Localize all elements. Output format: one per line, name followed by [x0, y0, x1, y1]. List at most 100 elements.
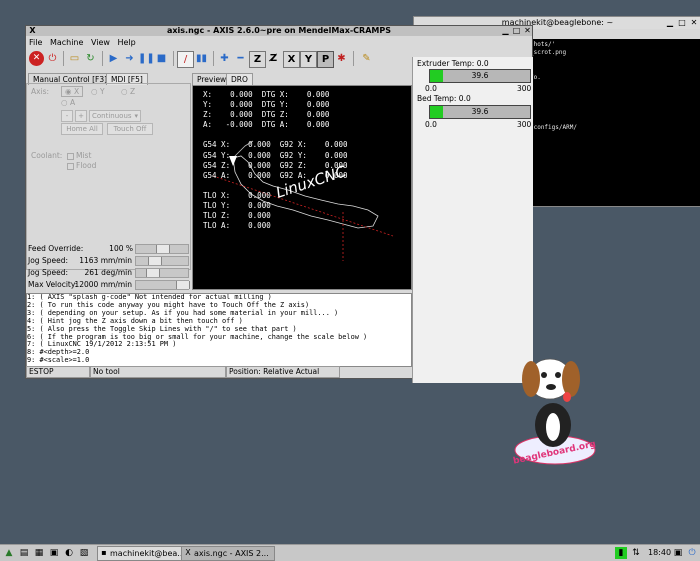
chevron-down-icon: ▾ — [134, 112, 138, 120]
zoom-out-icon[interactable]: ━ — [233, 51, 248, 66]
view-z-icon[interactable]: Z — [249, 51, 266, 68]
feed-override-slider[interactable] — [135, 244, 189, 254]
terminal-task-icon: ▪ — [101, 548, 107, 557]
terminal-launch-icon[interactable]: ▣ — [48, 547, 60, 559]
slider-thumb[interactable] — [146, 269, 160, 277]
menu-machine[interactable]: Machine — [50, 38, 84, 47]
clock: 18:40 — [648, 548, 672, 557]
gcode-listing[interactable]: 1: ( AXIS "splash g-code" Not intended f… — [26, 293, 412, 367]
feed-override-value: 100 % — [109, 244, 133, 253]
flood-checkbox[interactable]: Flood — [67, 161, 96, 170]
logout-icon[interactable]: ⏻ — [686, 547, 698, 559]
zoom-in-icon[interactable]: ✚ — [217, 51, 232, 66]
dro-line — [203, 130, 348, 140]
stop-icon[interactable]: ■ — [154, 51, 169, 66]
optional-stop-icon[interactable]: ▮▮ — [194, 51, 209, 66]
file-manager-icon[interactable]: ▤ — [18, 547, 30, 559]
mascot-ear-right — [562, 361, 580, 397]
slider-thumb[interactable] — [148, 257, 162, 265]
dro-line: TLO A: 0.000 — [203, 221, 271, 231]
dro-line: Z: 0.000 DTG Z: 0.000 — [203, 110, 330, 120]
view-p-icon[interactable]: P — [317, 51, 334, 68]
gcode-line: 9: #<scale>=1.0 — [27, 356, 90, 365]
task-terminal[interactable]: ▪ machinekit@bea... — [97, 546, 193, 561]
rotate-icon[interactable]: ✱ — [334, 51, 349, 66]
preview-canvas[interactable]: LinuxCNC X: 0.000 DTG X: 0.000 Y: 0.000 D… — [192, 85, 412, 290]
settings-icon[interactable]: ▧ — [78, 547, 90, 559]
axis-radio-z[interactable]: ○ Z — [121, 87, 135, 96]
view-z2-icon[interactable]: Z̸ — [266, 51, 281, 66]
slider-thumb[interactable] — [176, 281, 190, 289]
axis-title: axis.ngc - AXIS 2.6.0~pre on MendelMax-C… — [166, 26, 391, 35]
view-x-icon[interactable]: X — [283, 51, 300, 68]
clear-plot-icon[interactable]: ✎ — [359, 51, 374, 66]
status-estop: ESTOP — [26, 366, 90, 378]
status-position: Position: Relative Actual — [226, 366, 340, 378]
jog-speed-angular-slider[interactable] — [135, 268, 189, 278]
extruder-min: 0.0 — [425, 84, 437, 93]
run-icon[interactable]: ▶ — [106, 51, 121, 66]
manual-control-panel: Axis: ◉ X ○ Y ○ Z ○ A - + Continuous ▾ Ho… — [26, 83, 191, 270]
bed-temp-label: Bed Temp: 0.0 — [417, 94, 471, 103]
start-menu-icon[interactable]: ▲ — [3, 547, 15, 559]
dro-line: TLO Y: 0.000 — [203, 201, 271, 211]
axis-radio-y[interactable]: ○ Y — [91, 87, 105, 96]
skip-lines-icon[interactable]: / — [177, 51, 194, 68]
dro-line — [203, 181, 348, 191]
jog-speed-slider[interactable] — [135, 256, 189, 266]
touch-off-button[interactable]: Touch Off — [107, 123, 153, 135]
maximize-icon[interactable]: □ — [512, 26, 521, 35]
menu-help[interactable]: Help — [118, 38, 136, 47]
task-axis[interactable]: Xaxis.ngc - AXIS 2... — [181, 546, 275, 561]
slider-thumb[interactable] — [156, 245, 170, 253]
dro-line: Y: 0.000 DTG Y: 0.000 — [203, 100, 330, 110]
extruder-max: 300 — [517, 84, 532, 93]
cpu-monitor-icon: ▮ — [615, 547, 627, 559]
menubar: File Machine View Help — [26, 36, 532, 49]
dro-line: TLO Z: 0.000 — [203, 211, 271, 221]
power-icon[interactable]: ⏻ — [45, 51, 60, 66]
close-icon[interactable]: ✕ — [689, 18, 699, 28]
axis-titlebar[interactable]: X axis.ngc - AXIS 2.6.0~pre on MendelMax… — [26, 26, 532, 36]
mist-checkbox[interactable]: Mist — [67, 151, 91, 160]
beagleboard-mascot: beagleboard.org — [512, 358, 597, 467]
browser-icon[interactable]: ◐ — [63, 547, 75, 559]
desktop-icon[interactable]: ▦ — [33, 547, 45, 559]
jog-minus-button[interactable]: - — [61, 110, 73, 122]
axis-window[interactable]: X axis.ngc - AXIS 2.6.0~pre on MendelMax… — [25, 25, 533, 383]
axis-radio-x[interactable]: ◉ X — [61, 86, 84, 97]
close-icon[interactable]: ✕ — [523, 26, 532, 35]
jog-plus-button[interactable]: + — [75, 110, 87, 122]
extruder-temp-label: Extruder Temp: 0.0 — [417, 59, 489, 68]
view-y-icon[interactable]: Y — [300, 51, 317, 68]
extruder-temp-bar: 39.6 — [429, 69, 531, 83]
lock-icon[interactable]: ▣ — [672, 547, 684, 559]
mascot-chest — [546, 413, 560, 441]
minimize-icon[interactable]: ▁ — [501, 26, 510, 35]
network-icon[interactable]: ⇅ — [630, 547, 642, 559]
home-all-button[interactable]: Home All — [61, 123, 103, 135]
menu-view[interactable]: View — [91, 38, 110, 47]
estop-icon[interactable]: ✕ — [29, 51, 44, 66]
max-velocity-slider[interactable] — [135, 280, 190, 290]
minimize-icon[interactable]: ▁ — [665, 18, 675, 28]
dro-line: G54 A: 0.000 G92 A: 0.000 — [203, 170, 348, 180]
axis-task-icon: X — [185, 548, 191, 557]
dro-line: TLO X: 0.000 — [203, 190, 271, 200]
status-bar: ESTOP No tool Position: Relative Actual — [26, 366, 410, 378]
menu-file[interactable]: File — [29, 38, 42, 47]
open-icon[interactable]: ▭ — [67, 51, 82, 66]
jog-mode-select[interactable]: Continuous ▾ — [89, 110, 141, 122]
axis-radio-a[interactable]: ○ A — [61, 98, 75, 107]
feed-override-label: Feed Override: — [28, 244, 84, 253]
maximize-icon[interactable]: □ — [677, 18, 687, 28]
pause-icon[interactable]: ❚❚ — [138, 51, 155, 66]
step-icon[interactable]: ➜ — [122, 51, 137, 66]
reload-icon[interactable]: ↻ — [83, 51, 98, 66]
window-menu-icon[interactable]: X — [28, 26, 37, 35]
dro-line: G54 X: 0.000 G92 X: 0.000 — [203, 140, 348, 150]
bed-min: 0.0 — [425, 120, 437, 129]
max-velocity-label: Max Velocity: — [28, 280, 78, 289]
bed-temp-value: 39.6 — [471, 107, 489, 116]
tab-dro[interactable]: DRO — [226, 73, 253, 85]
